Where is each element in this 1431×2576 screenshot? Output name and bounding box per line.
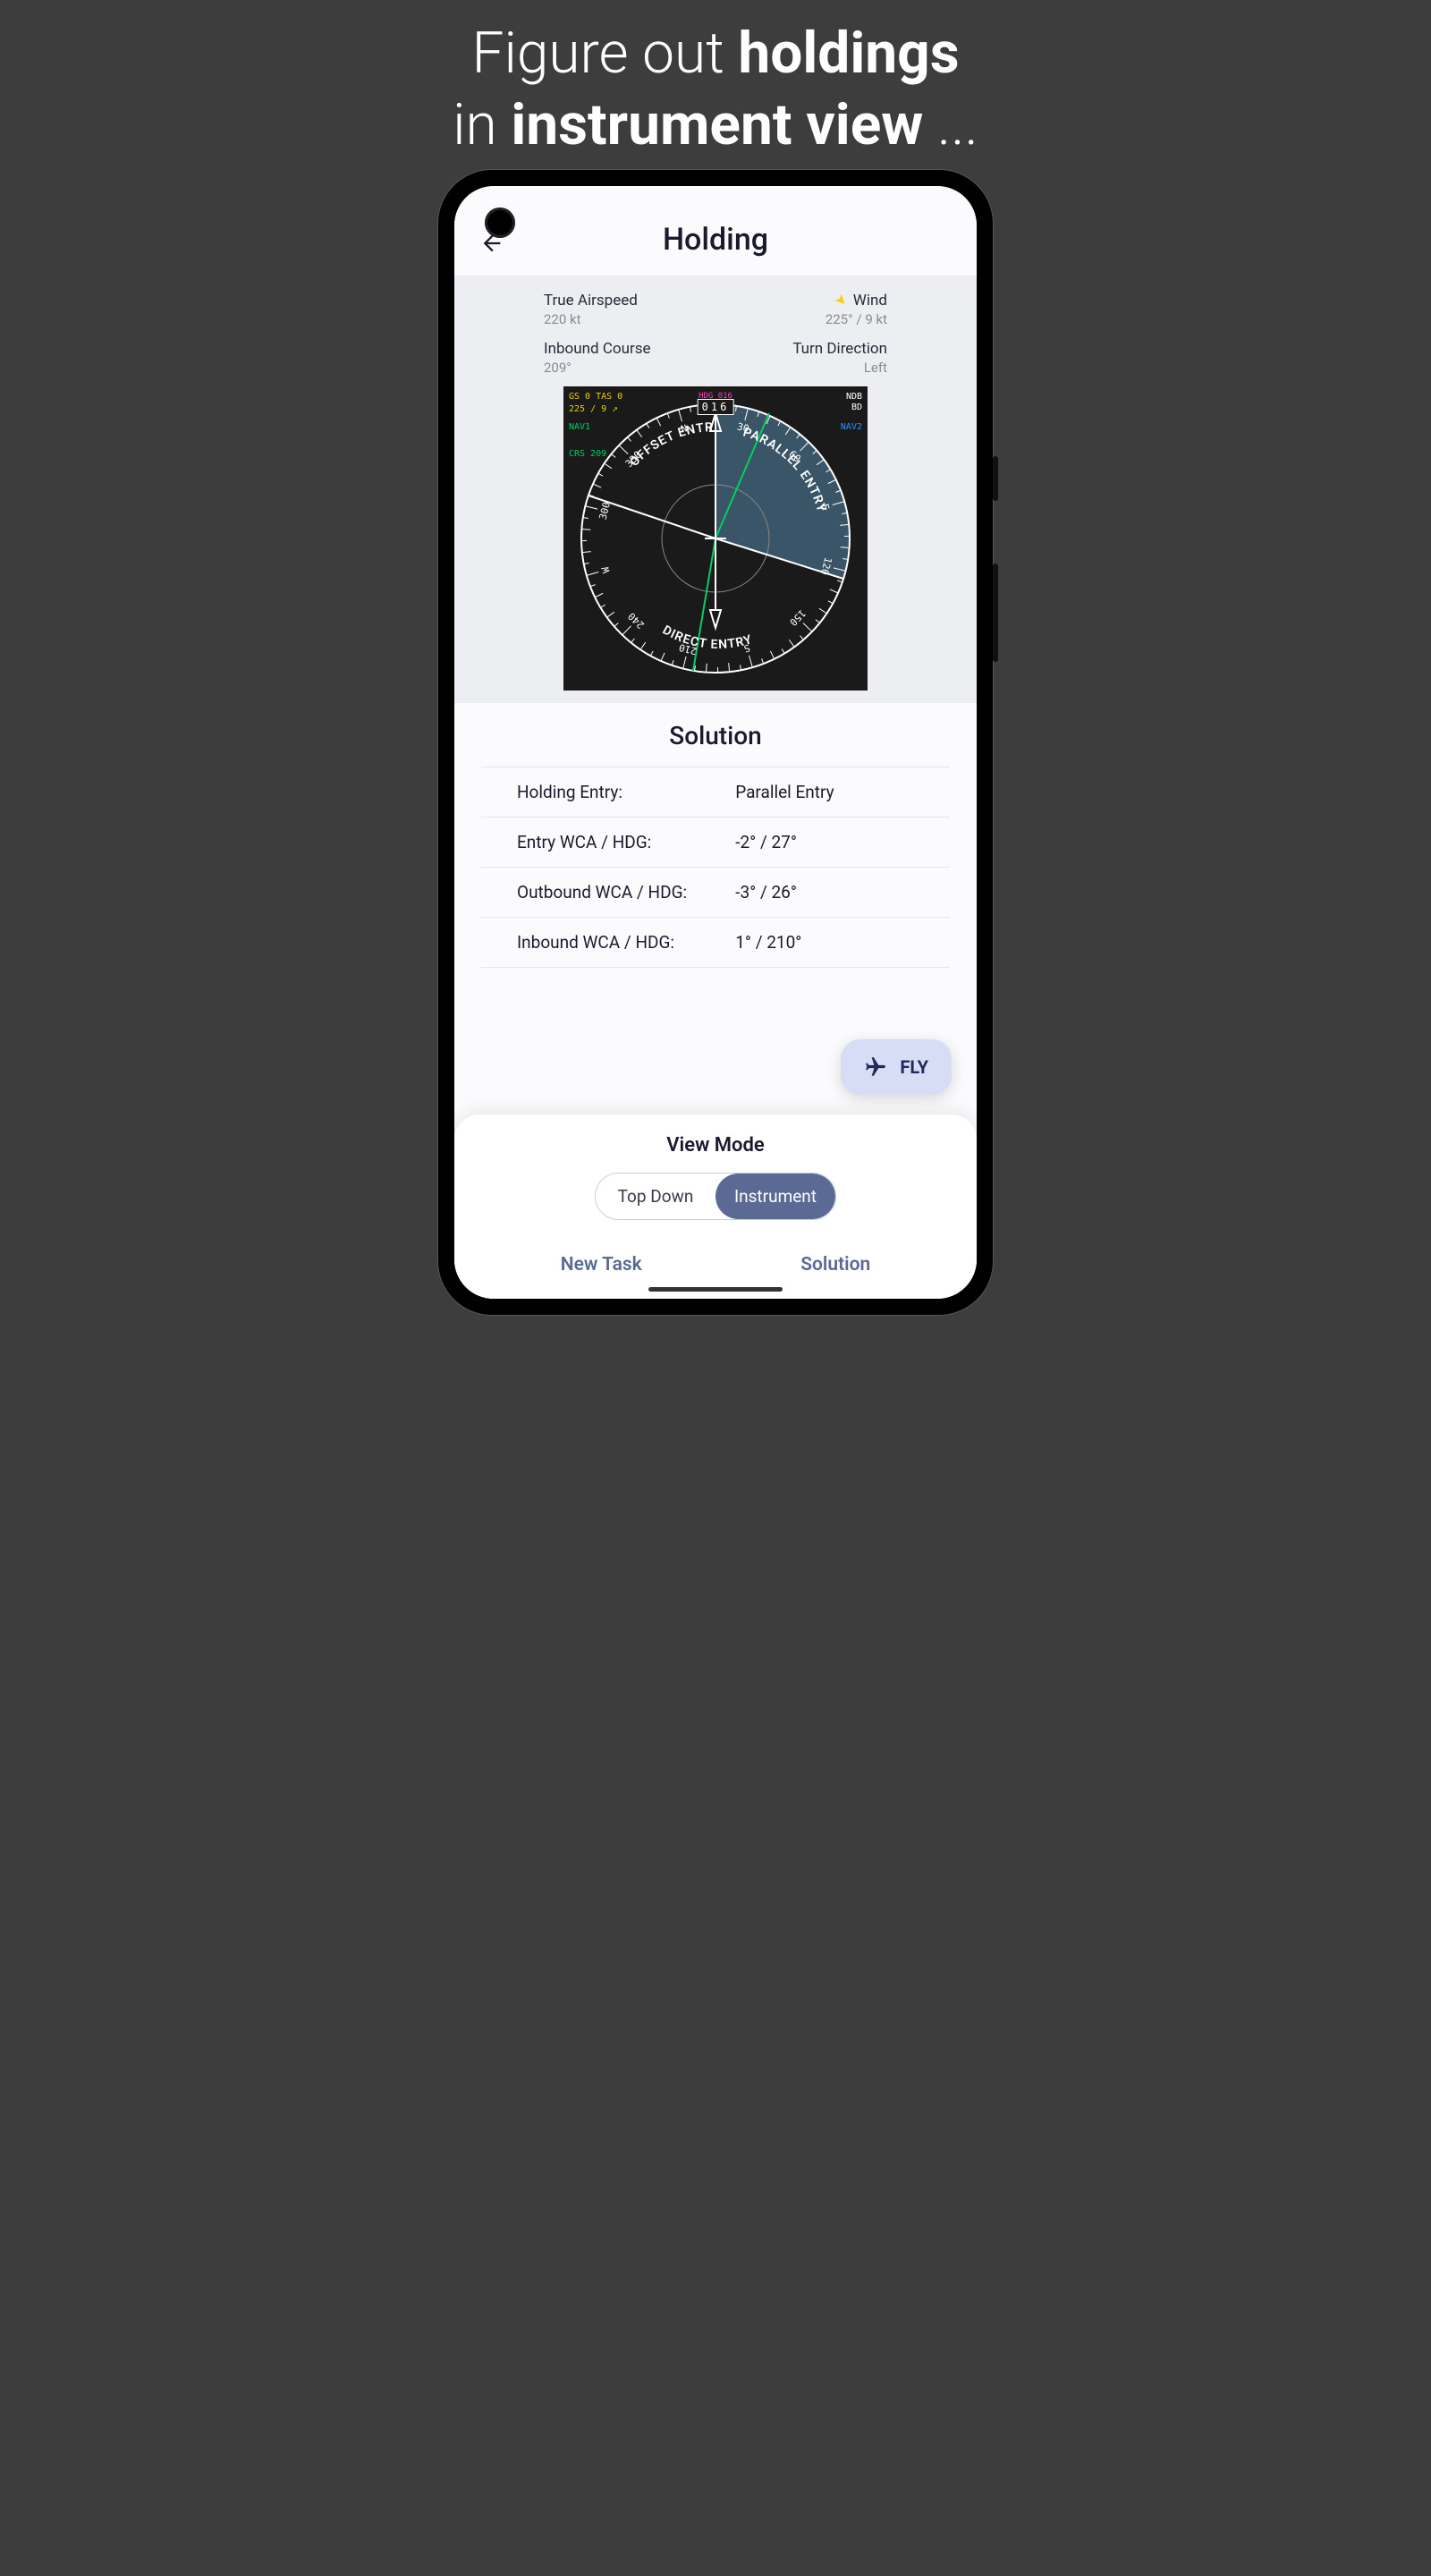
solution-title: Solution (481, 721, 950, 750)
view-mode-segmented: Top Down Instrument (595, 1173, 836, 1220)
info-tas: True Airspeed 220 kt (544, 292, 707, 327)
info-course: Inbound Course 209° (544, 340, 707, 376)
heading-box: 016 (698, 399, 734, 415)
fly-label: FLY (900, 1056, 928, 1078)
info-wind: ➤Wind 225° / 9 kt (724, 292, 887, 327)
phone-side-button (993, 564, 998, 662)
fly-button[interactable]: FLY (841, 1039, 952, 1095)
promo-headline: Figure out holdings in instrument view .… (453, 18, 978, 161)
instrument-container: GS 0 TAS 0 225 / 9 ↗ NDBBD NAV1 NAV2 CRS… (454, 386, 977, 703)
phone-side-button (993, 456, 998, 501)
home-indicator[interactable] (648, 1287, 783, 1292)
phone-camera (485, 208, 515, 238)
view-mode-topdown[interactable]: Top Down (596, 1174, 716, 1219)
bottom-sheet: View Mode Top Down Instrument New Task S… (454, 1114, 977, 1299)
app-header: Holding (454, 186, 977, 275)
svg-text:DIRECT ENTRY: DIRECT ENTRY (660, 623, 754, 652)
solution-row: Inbound WCA / HDG: 1° / 210° (481, 918, 950, 968)
solution-row: Outbound WCA / HDG: -3° / 26° (481, 868, 950, 918)
solution-row: Entry WCA / HDG: -2° / 27° (481, 818, 950, 868)
svg-text:W: W (599, 565, 612, 574)
app-screen: Holding True Airspeed 220 kt ➤Wind 225° … (454, 186, 977, 1299)
hsi-svg: OFFSET ENTRY PARALLEL ENTRY DIRECT ENTRY… (563, 386, 868, 691)
view-mode-instrument[interactable]: Instrument (716, 1174, 835, 1219)
svg-text:300: 300 (597, 501, 613, 521)
airplane-icon (864, 1055, 887, 1079)
info-turn: Turn Direction Left (724, 340, 887, 376)
wind-arrow-icon: ➤ (832, 290, 852, 310)
new-task-button[interactable]: New Task (561, 1254, 642, 1275)
phone-frame: Holding True Airspeed 220 kt ➤Wind 225° … (438, 170, 993, 1315)
bottom-actions: New Task Solution (454, 1245, 977, 1275)
page-title: Holding (472, 222, 959, 258)
view-mode-title: View Mode (454, 1134, 977, 1157)
solution-button[interactable]: Solution (800, 1254, 870, 1275)
solution-row: Holding Entry: Parallel Entry (481, 767, 950, 818)
hsi-instrument[interactable]: GS 0 TAS 0 225 / 9 ↗ NDBBD NAV1 NAV2 CRS… (563, 386, 868, 691)
flight-info-panel: True Airspeed 220 kt ➤Wind 225° / 9 kt I… (454, 275, 977, 386)
solution-table: Holding Entry: Parallel Entry Entry WCA … (481, 767, 950, 968)
